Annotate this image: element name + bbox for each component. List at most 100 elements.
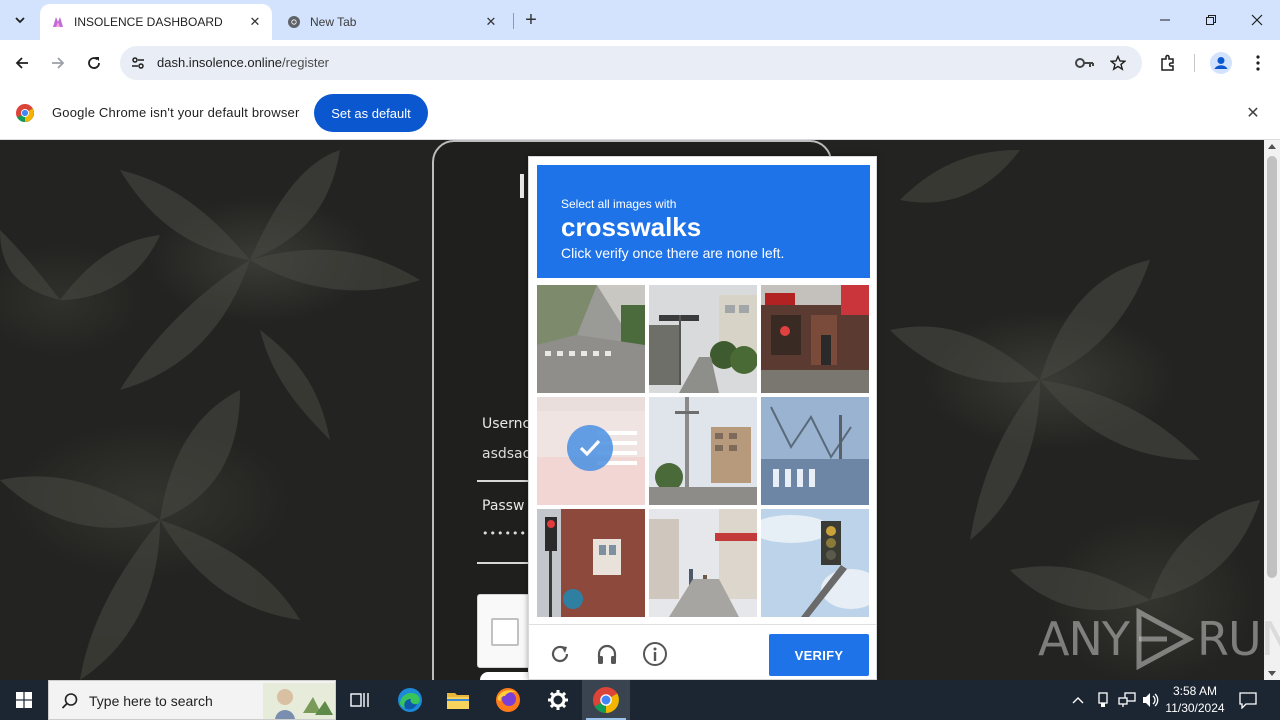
reload-button[interactable]: [82, 51, 106, 75]
play-logo-icon: [1136, 608, 1195, 670]
settings-app-button[interactable]: [534, 680, 582, 720]
refresh-icon: [551, 645, 569, 663]
avatar-icon: [1210, 52, 1232, 74]
start-button[interactable]: [0, 680, 48, 720]
scrollbar-thumb[interactable]: [1267, 156, 1277, 578]
kebab-menu-icon: [1256, 55, 1260, 71]
username-input[interactable]: asdsac: [482, 446, 530, 462]
close-window-button[interactable]: [1245, 8, 1269, 32]
extensions-button[interactable]: [1156, 51, 1180, 75]
scroll-up-arrow-icon[interactable]: [1268, 144, 1276, 149]
chrome-app-button[interactable]: [582, 680, 630, 720]
chevron-down-icon: [15, 17, 25, 24]
close-infobar-icon[interactable]: ✕: [1243, 103, 1263, 123]
challenge-footer-divider: [529, 624, 876, 625]
folder-icon: [447, 693, 469, 709]
anyrun-watermark: ANY RUN: [1038, 608, 1280, 670]
bookmark-star-icon[interactable]: [1108, 53, 1128, 73]
address-bar[interactable]: dash.insolence.online/register: [120, 46, 1142, 80]
prompt-target: crosswalks: [561, 212, 702, 242]
image-tile-8[interactable]: [649, 509, 757, 617]
chrome-favicon-icon: [286, 14, 302, 30]
challenge-header: Select all images with crosswalks Click …: [537, 165, 870, 278]
page-scrollbar[interactable]: [1264, 140, 1280, 680]
chevron-up-icon: [1072, 697, 1084, 704]
info-icon: [643, 642, 667, 666]
tray-device-icon[interactable]: [1093, 680, 1113, 720]
default-browser-infobar: Google Chrome isn't your default browser…: [0, 86, 1280, 140]
clock-date: 11/30/2024: [1165, 701, 1225, 715]
tab-title: INSOLENCE DASHBOARD: [74, 15, 223, 29]
profile-button[interactable]: [1209, 51, 1233, 75]
site-settings-icon[interactable]: [128, 53, 148, 73]
prompt-instruction: Click verify once there are none left.: [561, 245, 785, 261]
clock-time: 3:58 AM: [1172, 684, 1218, 698]
info-button[interactable]: [642, 641, 668, 667]
arrow-left-icon: [15, 57, 28, 69]
page-title-fragment: [520, 174, 524, 198]
scroll-down-arrow-icon[interactable]: [1268, 671, 1276, 676]
watermark-right: RUN: [1196, 612, 1280, 666]
firefox-app-button[interactable]: [484, 680, 532, 720]
url-path: /register: [282, 55, 330, 70]
reload-icon: [88, 57, 100, 69]
network-status-button[interactable]: [1116, 680, 1138, 720]
search-icon: [61, 693, 78, 709]
taskbar-search-box[interactable]: Type here to search: [48, 680, 336, 720]
hcaptcha-challenge: Select all images with crosswalks Click …: [528, 156, 877, 680]
tab-new-tab[interactable]: New Tab ✕: [276, 4, 508, 40]
audio-challenge-button[interactable]: [594, 641, 620, 667]
firefox-icon: [496, 688, 520, 712]
tab-strip: INSOLENCE DASHBOARD ✕ New Tab ✕ +: [0, 0, 1280, 40]
file-explorer-button[interactable]: [434, 680, 482, 720]
minimize-icon: [1160, 19, 1170, 21]
new-tab-button[interactable]: +: [520, 9, 542, 31]
image-tile-6[interactable]: [761, 397, 869, 505]
verify-button[interactable]: VERIFY: [769, 634, 869, 676]
menu-button[interactable]: [1246, 51, 1270, 75]
tab-insolence-dashboard[interactable]: INSOLENCE DASHBOARD ✕: [40, 4, 272, 40]
puzzle-icon: [1161, 54, 1174, 71]
url-host: dash.insolence.online: [157, 55, 283, 70]
watermark-left: ANY: [1038, 612, 1130, 666]
arrow-right-icon: [52, 57, 65, 69]
edge-app-button[interactable]: [386, 680, 434, 720]
close-tab-icon[interactable]: ✕: [246, 13, 264, 31]
password-label: Passw: [482, 498, 525, 514]
show-hidden-icons-button[interactable]: [1068, 680, 1088, 720]
tab-title: New Tab: [310, 15, 357, 29]
restore-icon: [1206, 15, 1216, 25]
image-tile-1[interactable]: [537, 285, 645, 393]
selected-checkmark-icon: [567, 425, 613, 471]
restore-button[interactable]: [1199, 8, 1223, 32]
close-tab-icon[interactable]: ✕: [482, 13, 500, 31]
windows-logo-icon: [16, 692, 32, 708]
usb-device-icon: [1098, 692, 1108, 707]
search-highlight-illustration-icon: [263, 683, 335, 719]
browser-toolbar: dash.insolence.online/register: [0, 40, 1280, 86]
windows-taskbar: Type here to search 3:58 AM 11/30/2024: [0, 680, 1280, 720]
minimize-button[interactable]: [1153, 8, 1177, 32]
image-tile-3[interactable]: [761, 285, 869, 393]
volume-button[interactable]: [1140, 680, 1162, 720]
password-key-icon[interactable]: [1075, 53, 1095, 73]
task-view-icon: [350, 693, 369, 707]
captcha-checkbox[interactable]: [491, 618, 519, 646]
image-tile-2[interactable]: [649, 285, 757, 393]
image-tile-7[interactable]: [537, 509, 645, 617]
tab-search-button[interactable]: [8, 8, 32, 32]
network-icon: [1118, 692, 1136, 707]
image-tile-4[interactable]: [537, 397, 645, 505]
notification-center-button[interactable]: [1234, 680, 1262, 720]
refresh-button[interactable]: [547, 641, 573, 667]
back-button[interactable]: [10, 51, 34, 75]
image-tile-9[interactable]: [761, 509, 869, 617]
chrome-icon: [593, 687, 619, 713]
system-clock[interactable]: 3:58 AM 11/30/2024: [1160, 683, 1230, 717]
speaker-icon: [1143, 693, 1159, 707]
task-view-button[interactable]: [336, 680, 384, 720]
toolbar-divider: [1194, 54, 1195, 72]
image-tile-5[interactable]: [649, 397, 757, 505]
set-as-default-button[interactable]: Set as default: [314, 94, 428, 132]
forward-button[interactable]: [46, 51, 70, 75]
